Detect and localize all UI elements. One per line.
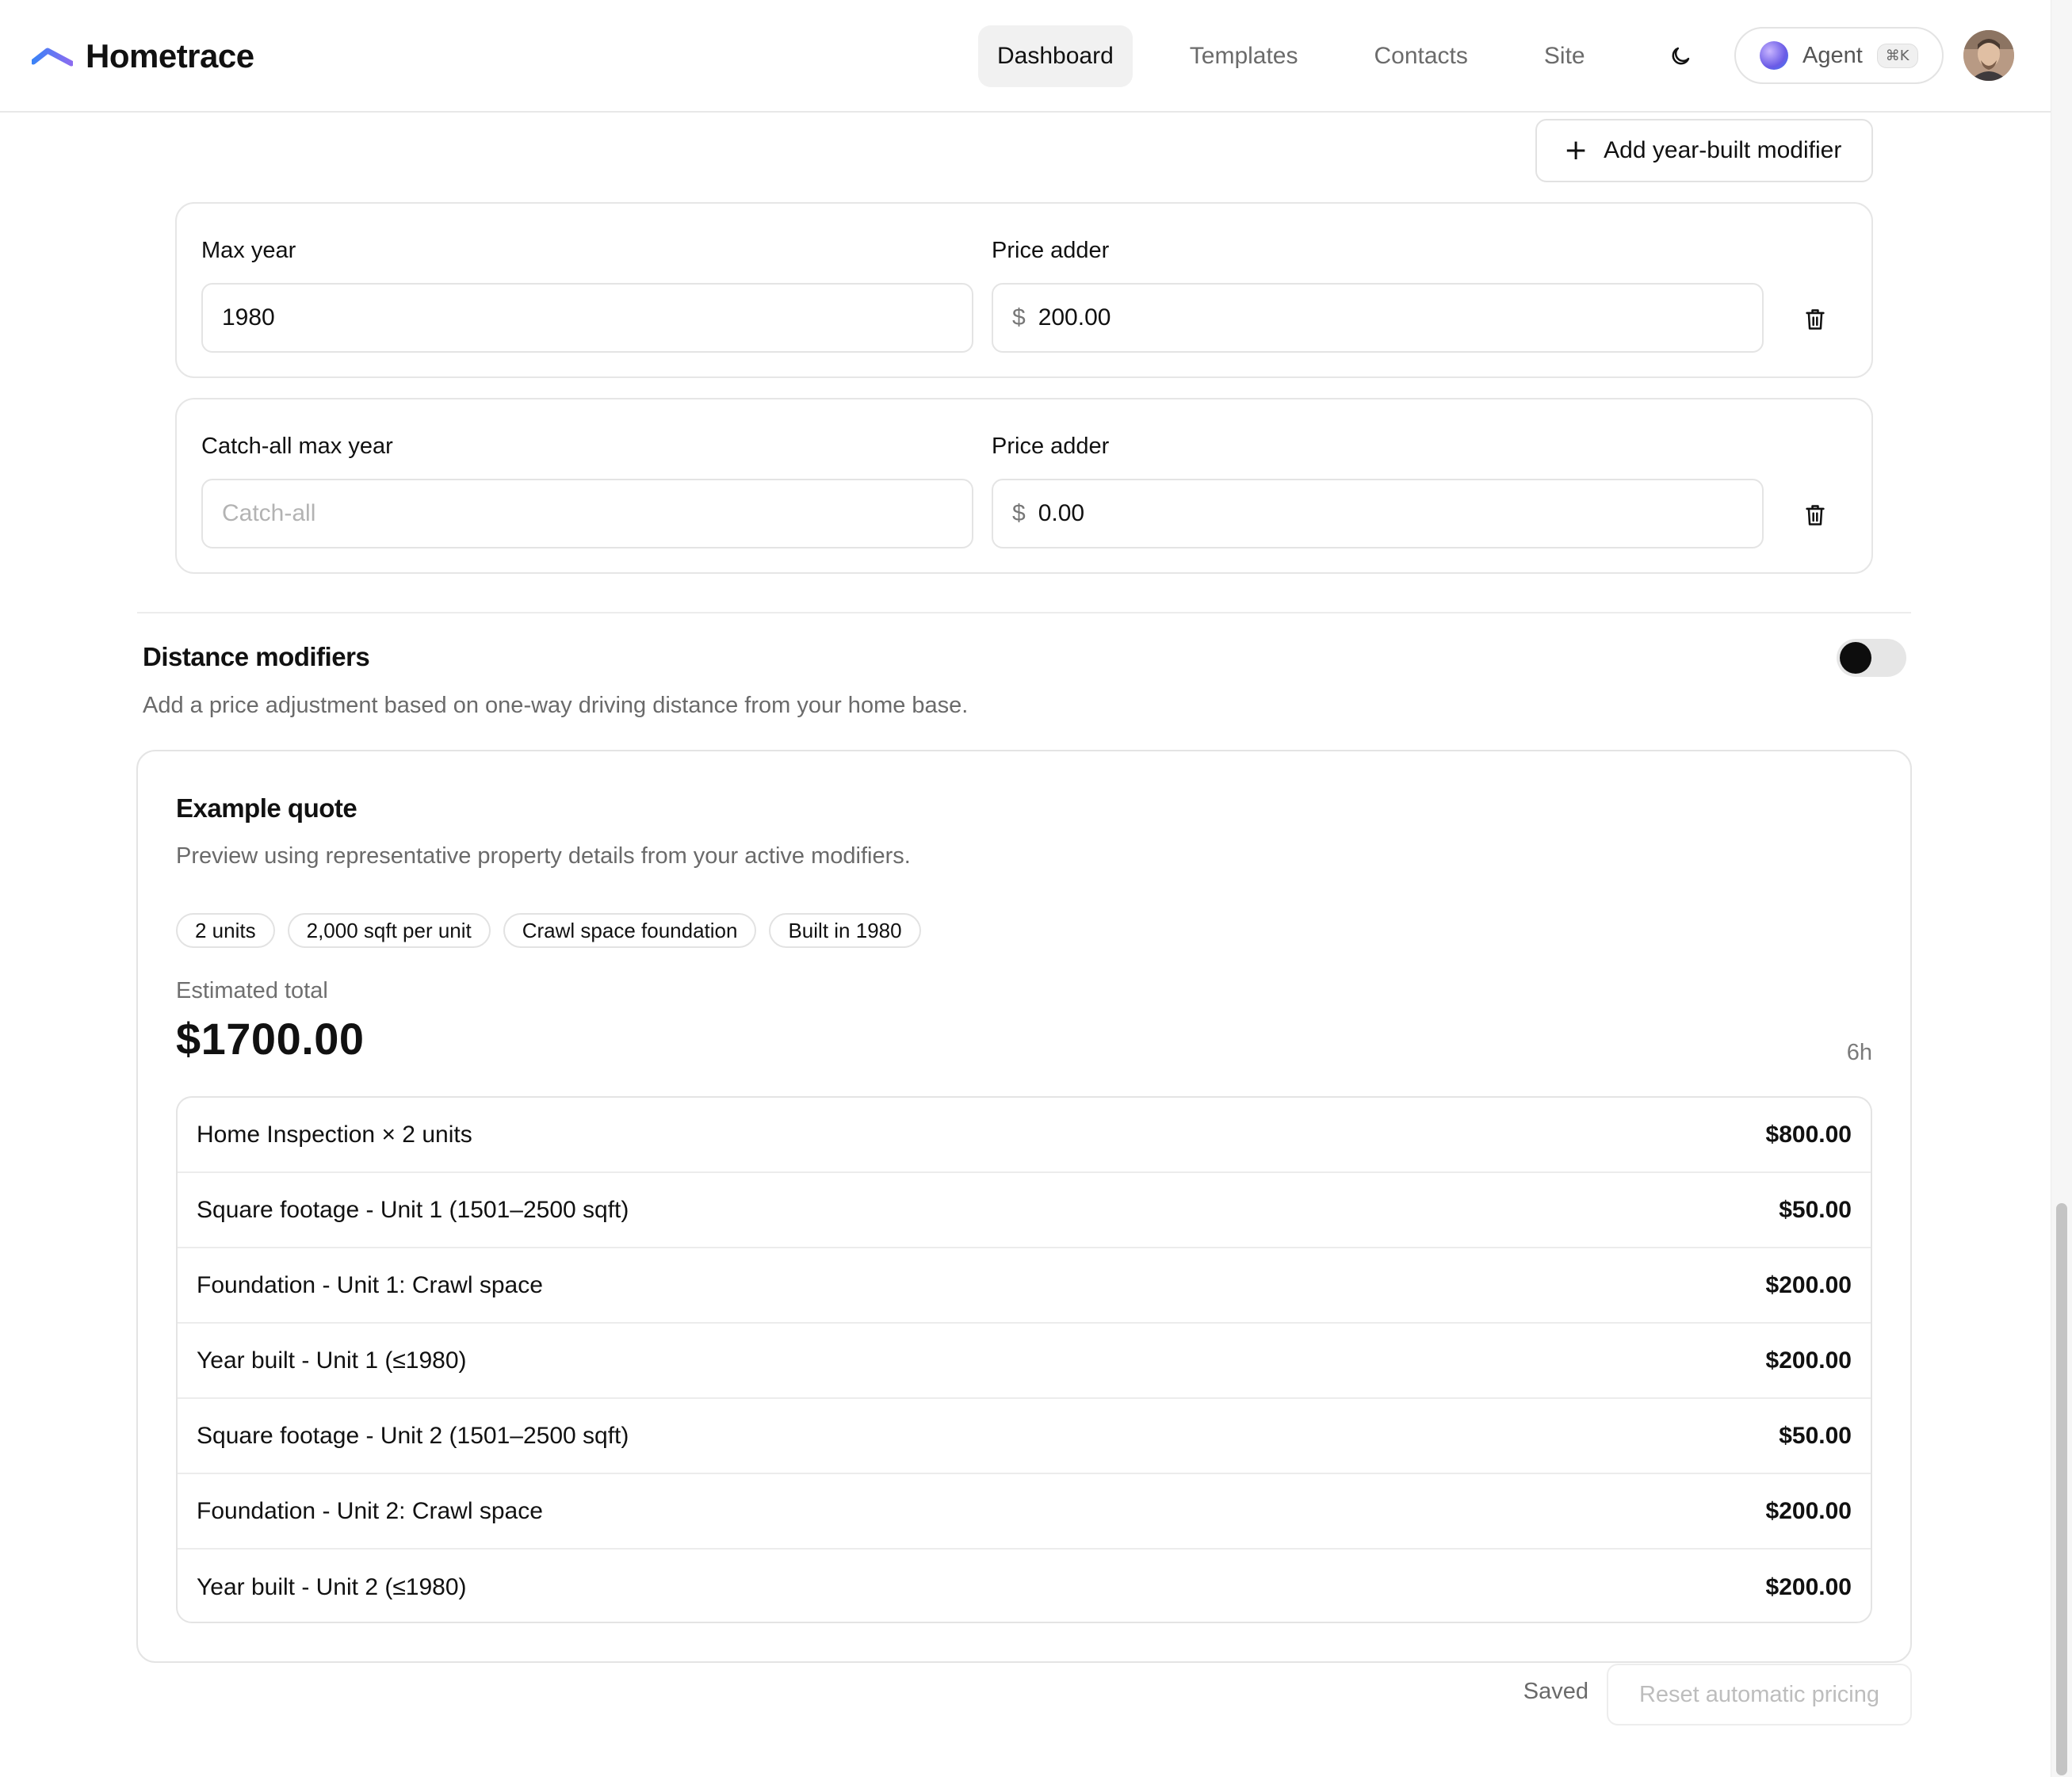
- line-item-amount: $50.00: [1779, 1422, 1852, 1449]
- table-row: Foundation - Unit 1: Crawl space $200.00: [178, 1248, 1871, 1324]
- currency-symbol: $: [1012, 500, 1026, 526]
- delete-modifier-button[interactable]: [1798, 302, 1833, 337]
- scrollbar-track[interactable]: [2051, 0, 2072, 1777]
- brand[interactable]: Hometrace: [32, 35, 254, 78]
- estimated-total-label: Estimated total: [176, 978, 328, 1003]
- line-item-amount: $200.00: [1765, 1271, 1852, 1298]
- line-item-amount: $200.00: [1765, 1347, 1852, 1374]
- main-nav: Dashboard Templates Contacts Site: [978, 25, 1642, 87]
- table-row: Square footage - Unit 2 (1501–2500 sqft)…: [178, 1399, 1871, 1474]
- distance-modifiers-toggle[interactable]: [1837, 639, 1906, 677]
- max-year-value: 1980: [222, 304, 275, 331]
- delete-modifier-button[interactable]: [1798, 498, 1833, 533]
- add-year-built-modifier-label: Add year-built modifier: [1604, 137, 1842, 163]
- add-year-built-modifier-button[interactable]: + Add year-built modifier: [1535, 119, 1873, 182]
- currency-symbol: $: [1012, 304, 1026, 331]
- chip-year-built: Built in 1980: [769, 913, 921, 948]
- price-adder-label: Price adder: [992, 434, 1110, 459]
- toggle-knob: [1840, 642, 1871, 674]
- distance-modifiers-title: Distance modifiers: [143, 642, 370, 671]
- chip-foundation: Crawl space foundation: [503, 913, 757, 948]
- user-avatar-icon: [1963, 30, 2014, 81]
- line-item-amount: $200.00: [1765, 1573, 1852, 1600]
- top-navigation-bar: Hometrace Dashboard Templates Contacts S…: [0, 0, 2051, 113]
- user-avatar[interactable]: [1963, 30, 2014, 81]
- section-divider: [137, 612, 1911, 613]
- price-adder-label: Price adder: [992, 238, 1110, 263]
- table-row: Home Inspection × 2 units $800.00: [178, 1098, 1871, 1173]
- trash-icon: [1806, 309, 1825, 330]
- nav-item-templates[interactable]: Templates: [1171, 25, 1317, 87]
- estimated-duration: 6h: [1846, 1040, 1872, 1065]
- chip-sqft: 2,000 sqft per unit: [287, 913, 491, 948]
- catch-all-placeholder: Catch-all: [222, 500, 316, 526]
- year-built-modifier-card: Max year 1980 Price adder $ 200.00: [175, 202, 1873, 378]
- max-year-label: Max year: [201, 238, 296, 263]
- trash-icon: [1806, 505, 1825, 525]
- nav-item-contacts[interactable]: Contacts: [1355, 25, 1487, 87]
- agent-label: Agent: [1802, 42, 1863, 68]
- catch-all-modifier-card: Catch-all max year Catch-all Price adder…: [175, 398, 1873, 574]
- chip-units: 2 units: [176, 913, 275, 948]
- moon-icon: [1672, 47, 1690, 65]
- line-item-amount: $50.00: [1779, 1196, 1852, 1223]
- line-item-label: Year built - Unit 2 (≤1980): [197, 1573, 467, 1600]
- estimated-total-value: $1700.00: [176, 1014, 365, 1064]
- line-item-label: Square footage - Unit 1 (1501–2500 sqft): [197, 1196, 629, 1223]
- price-adder-value: 0.00: [1038, 500, 1085, 526]
- table-row: Year built - Unit 1 (≤1980) $200.00: [178, 1324, 1871, 1399]
- theme-toggle-button[interactable]: [1659, 35, 1702, 78]
- line-item-label: Home Inspection × 2 units: [197, 1121, 472, 1148]
- table-row: Square footage - Unit 1 (1501–2500 sqft)…: [178, 1173, 1871, 1248]
- agent-orb-icon: [1760, 41, 1788, 70]
- price-adder-input[interactable]: $ 200.00: [992, 283, 1764, 353]
- line-item-label: Square footage - Unit 2 (1501–2500 sqft): [197, 1422, 629, 1449]
- distance-modifiers-description: Add a price adjustment based on one-way …: [143, 693, 969, 718]
- line-item-amount: $200.00: [1765, 1497, 1852, 1524]
- catch-all-max-year-input[interactable]: Catch-all: [201, 479, 973, 548]
- catch-all-max-year-label: Catch-all max year: [201, 434, 393, 459]
- quote-line-items-table: Home Inspection × 2 units $800.00 Square…: [176, 1096, 1872, 1623]
- scrollbar-thumb[interactable]: [2056, 1203, 2067, 1775]
- max-year-input[interactable]: 1980: [201, 283, 973, 353]
- nav-item-dashboard[interactable]: Dashboard: [978, 25, 1133, 87]
- price-adder-input[interactable]: $ 0.00: [992, 479, 1764, 548]
- line-item-label: Year built - Unit 1 (≤1980): [197, 1347, 467, 1374]
- agent-shortcut-badge: ⌘K: [1876, 43, 1918, 68]
- property-detail-chips: 2 units 2,000 sqft per unit Crawl space …: [176, 913, 934, 948]
- example-quote-description: Preview using representative property de…: [176, 843, 911, 869]
- price-adder-value: 200.00: [1038, 304, 1111, 331]
- example-quote-title: Example quote: [176, 793, 357, 823]
- line-item-label: Foundation - Unit 1: Crawl space: [197, 1271, 543, 1298]
- brand-name: Hometrace: [86, 37, 254, 75]
- hometrace-logo-icon: [32, 48, 73, 67]
- reset-automatic-pricing-button[interactable]: Reset automatic pricing: [1607, 1664, 1912, 1725]
- save-status: Saved: [1523, 1679, 1588, 1704]
- line-item-label: Foundation - Unit 2: Crawl space: [197, 1497, 543, 1524]
- nav-item-site[interactable]: Site: [1525, 25, 1604, 87]
- line-item-amount: $800.00: [1765, 1121, 1852, 1148]
- table-row: Foundation - Unit 2: Crawl space $200.00: [178, 1474, 1871, 1550]
- plus-icon: +: [1564, 134, 1588, 166]
- agent-button[interactable]: Agent ⌘K: [1734, 27, 1944, 84]
- table-row: Year built - Unit 2 (≤1980) $200.00: [178, 1550, 1871, 1622]
